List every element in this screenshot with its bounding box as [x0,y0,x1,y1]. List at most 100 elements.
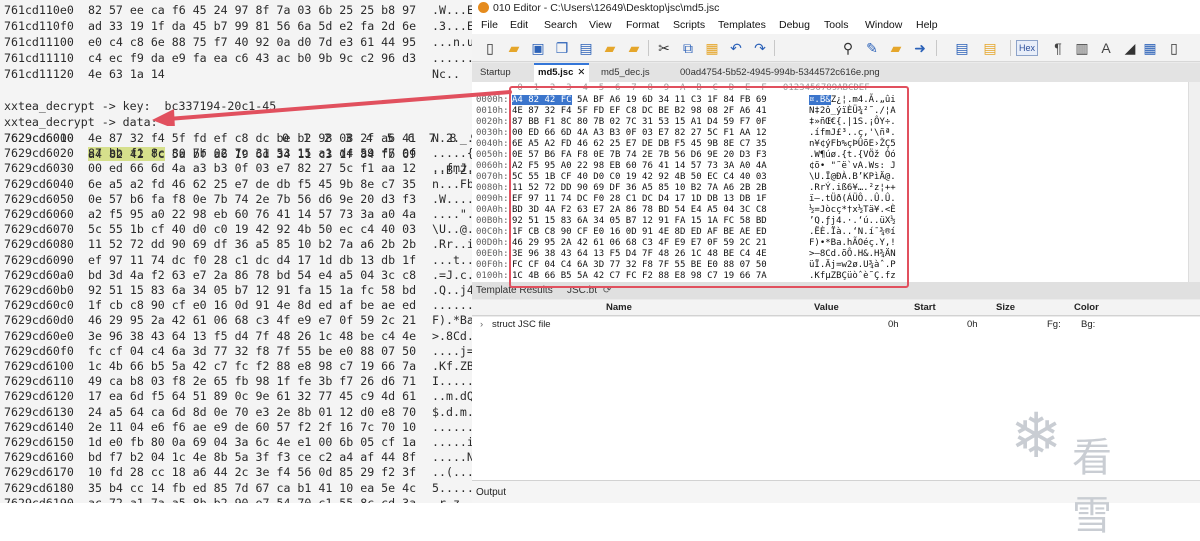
copy-icon[interactable]: ⧉ [678,38,698,58]
properties-icon[interactable]: ▤ [576,38,596,58]
terminal-row-hex: ef 97 11 74 dc f0 28 c1 dc d4 17 1d db 1… [88,252,417,267]
annotation-arrow [152,90,512,126]
undo-icon[interactable]: ↶ [726,38,746,58]
menu-edit[interactable]: Edit [510,16,528,34]
terminal-row-hex: 35 b4 cc 14 fb ed 85 7d 67 ca b1 41 10 e… [88,480,417,495]
tab-md5-dec-js[interactable]: md5_dec.js [597,63,654,82]
font-icon[interactable]: A [1096,38,1116,58]
terminal-row-hex: 49 ca b8 03 f8 2e 65 fb 98 1f fe 3b f7 2… [88,374,417,389]
toolbar-divider [774,40,775,56]
goto-icon[interactable]: ➜ [910,38,930,58]
template-row[interactable]: › struct JSC file 0h 0h Fg: Bg: [472,317,1200,332]
window-title: 010 Editor - C:\Users\12649\Desktop\jsc\… [493,2,720,14]
template-row-name: struct JSC file [492,319,551,330]
hex-row-address: 0050h: [476,150,509,160]
tab-label: md5_dec.js [601,67,650,78]
column-start[interactable]: Start [914,300,936,316]
expand-icon[interactable]: › [480,317,483,332]
tab-label: Startup [480,67,511,78]
template-row-fg: Fg: [1047,319,1061,330]
tab-startup[interactable]: Startup [476,63,515,82]
hex-row-address: 00B0h: [476,216,509,226]
hex-mode-button[interactable]: Hex [1016,40,1039,56]
menu-templates[interactable]: Templates [718,16,766,34]
template-row-bg: Bg: [1081,319,1096,330]
hex-scrollbar[interactable] [1188,82,1200,282]
terminal-row-hex: 17 ea 6d f5 64 51 89 0c 9e 61 32 77 45 c… [88,389,417,404]
find-icon[interactable]: ⚲ [838,38,858,58]
hex-row-address: 0030h: [476,128,509,138]
tab-md5-jsc[interactable]: md5.jsc ✕ [534,63,590,82]
watermark-text: 看雪 [1072,435,1114,539]
terminal-row-hex: 2e 11 04 e6 f6 ae e9 de 60 57 f2 2f 16 7… [88,419,417,434]
hex-row-address: 00F0h: [476,260,509,270]
terminal-row-address: 7629cd6180 [4,480,74,495]
terminal-row-hex: 10 fd 28 cc 18 a6 44 2c 3e f4 56 0d 85 2… [88,465,417,480]
open-file-icon[interactable]: ▰ [504,38,524,58]
terminal-row-hex: ad 33 19 1f da 45 b7 99 81 56 6a 5d e2 f… [88,19,417,33]
menu-file[interactable]: File [481,16,498,34]
terminal-panel: 761cd110e0 82 57 ee ca f6 45 24 97 8f 7a … [0,0,478,503]
tab-png-file[interactable]: 00ad4754-5b52-4945-994b-5344572c616e.png [676,63,884,82]
script-icon[interactable]: ▤ [952,38,972,58]
calculator-icon[interactable]: ▦ [1140,38,1160,58]
menu-window[interactable]: Window [865,16,902,34]
toolbar-divider [648,40,649,56]
terminal-row-hex: 6e a5 a2 fd 46 62 25 e7 de db f5 45 9b 8… [88,176,417,191]
find-in-files-icon[interactable]: ▰ [886,38,906,58]
terminal-row-address: 7629cd6120 [4,389,74,404]
open-folder-icon[interactable]: ▰ [600,38,620,58]
column-color[interactable]: Color [1074,300,1099,316]
terminal-row-address: 7629cd60f0 [4,343,74,358]
terminal-row-address: 7629cd6130 [4,404,74,419]
columns-icon[interactable]: ▥ [1072,38,1092,58]
terminal-row-hex: 82 57 ee ca f6 45 24 97 8f 7a 03 6b 25 2… [88,3,417,17]
menu-scripts[interactable]: Scripts [673,16,705,34]
menu-debug[interactable]: Debug [779,16,810,34]
column-value[interactable]: Value [814,300,839,316]
terminal-row-address: 7629cd6090 [4,252,74,267]
terminal-key-line: xxtea_decrypt -> key: bc337194-20c1-45 [4,82,276,113]
terminal-row-hex: 1d e0 fb 80 0a 69 04 3a 6c 4e e1 00 6b 0… [88,435,417,449]
terminal-row-first: 7629cd6000 a4 82 42 fc 5a bf a6 19 6d 34… [4,114,478,177]
menu-tools[interactable]: Tools [824,16,849,34]
file-tab-bar: Startup md5.jsc ✕ md5_dec.js 00ad4754-5b5… [472,63,1200,82]
new-file-icon[interactable]: ▯ [480,38,500,58]
template-column-headers: Name Value Start Size Color [472,300,1200,316]
menu-help[interactable]: Help [916,16,938,34]
terminal-row-address: 761cd11100 [4,35,74,49]
paragraph-icon[interactable]: ¶ [1048,38,1068,58]
hex-row-address: 00E0h: [476,249,509,259]
paste-icon[interactable]: ▦ [702,38,722,58]
template-icon[interactable]: ▤ [980,38,1000,58]
snowflake-logo-icon: ❄ [1010,399,1062,472]
hex-row-address: 0040h: [476,139,509,149]
terminal-row-address: 7629cd6150 [4,435,74,449]
terminal-row-address: 761cd11120 [4,67,74,81]
terminal-row-address: 7629cd6100 [4,359,74,373]
terminal-row-hex: 3e 96 38 43 64 13 f5 d4 7f 48 26 1c 48 b… [88,328,417,343]
terminal-row-address: 7629cd6080 [4,237,74,252]
terminal-row-hex: 24 a5 64 ca 6d 8d 0e 70 e3 2e 8b 01 12 d… [88,404,417,419]
menu-view[interactable]: View [589,16,612,34]
terminal-row-address: 7629cd60e0 [4,328,74,343]
column-size[interactable]: Size [996,300,1015,316]
hex-row-address: 00C0h: [476,227,509,237]
highlight-icon[interactable]: ◢ [1120,38,1140,58]
output-label[interactable]: Output [476,481,506,503]
close-tab-icon[interactable]: ✕ [577,67,585,78]
menu-format[interactable]: Format [626,16,659,34]
save-all-icon[interactable]: ❐ [552,38,572,58]
redo-icon[interactable]: ↷ [750,38,770,58]
column-name[interactable]: Name [606,300,632,316]
recent-files-icon[interactable]: ▰ [624,38,644,58]
replace-icon[interactable]: ✎ [862,38,882,58]
save-icon[interactable]: ▣ [528,38,548,58]
menu-search[interactable]: Search [544,16,577,34]
cut-icon[interactable]: ✂ [654,38,674,58]
settings-icon[interactable]: ▯ [1164,38,1184,58]
hex-row-address: 0100h: [476,271,509,281]
title-bar: 010 Editor - C:\Users\12649\Desktop\jsc\… [472,0,1200,16]
terminal-row-address: 761cd11110 [4,51,74,65]
terminal-row-hex: 5c 55 1b cf 40 d0 c0 19 42 92 4b 50 ec c… [88,222,417,237]
